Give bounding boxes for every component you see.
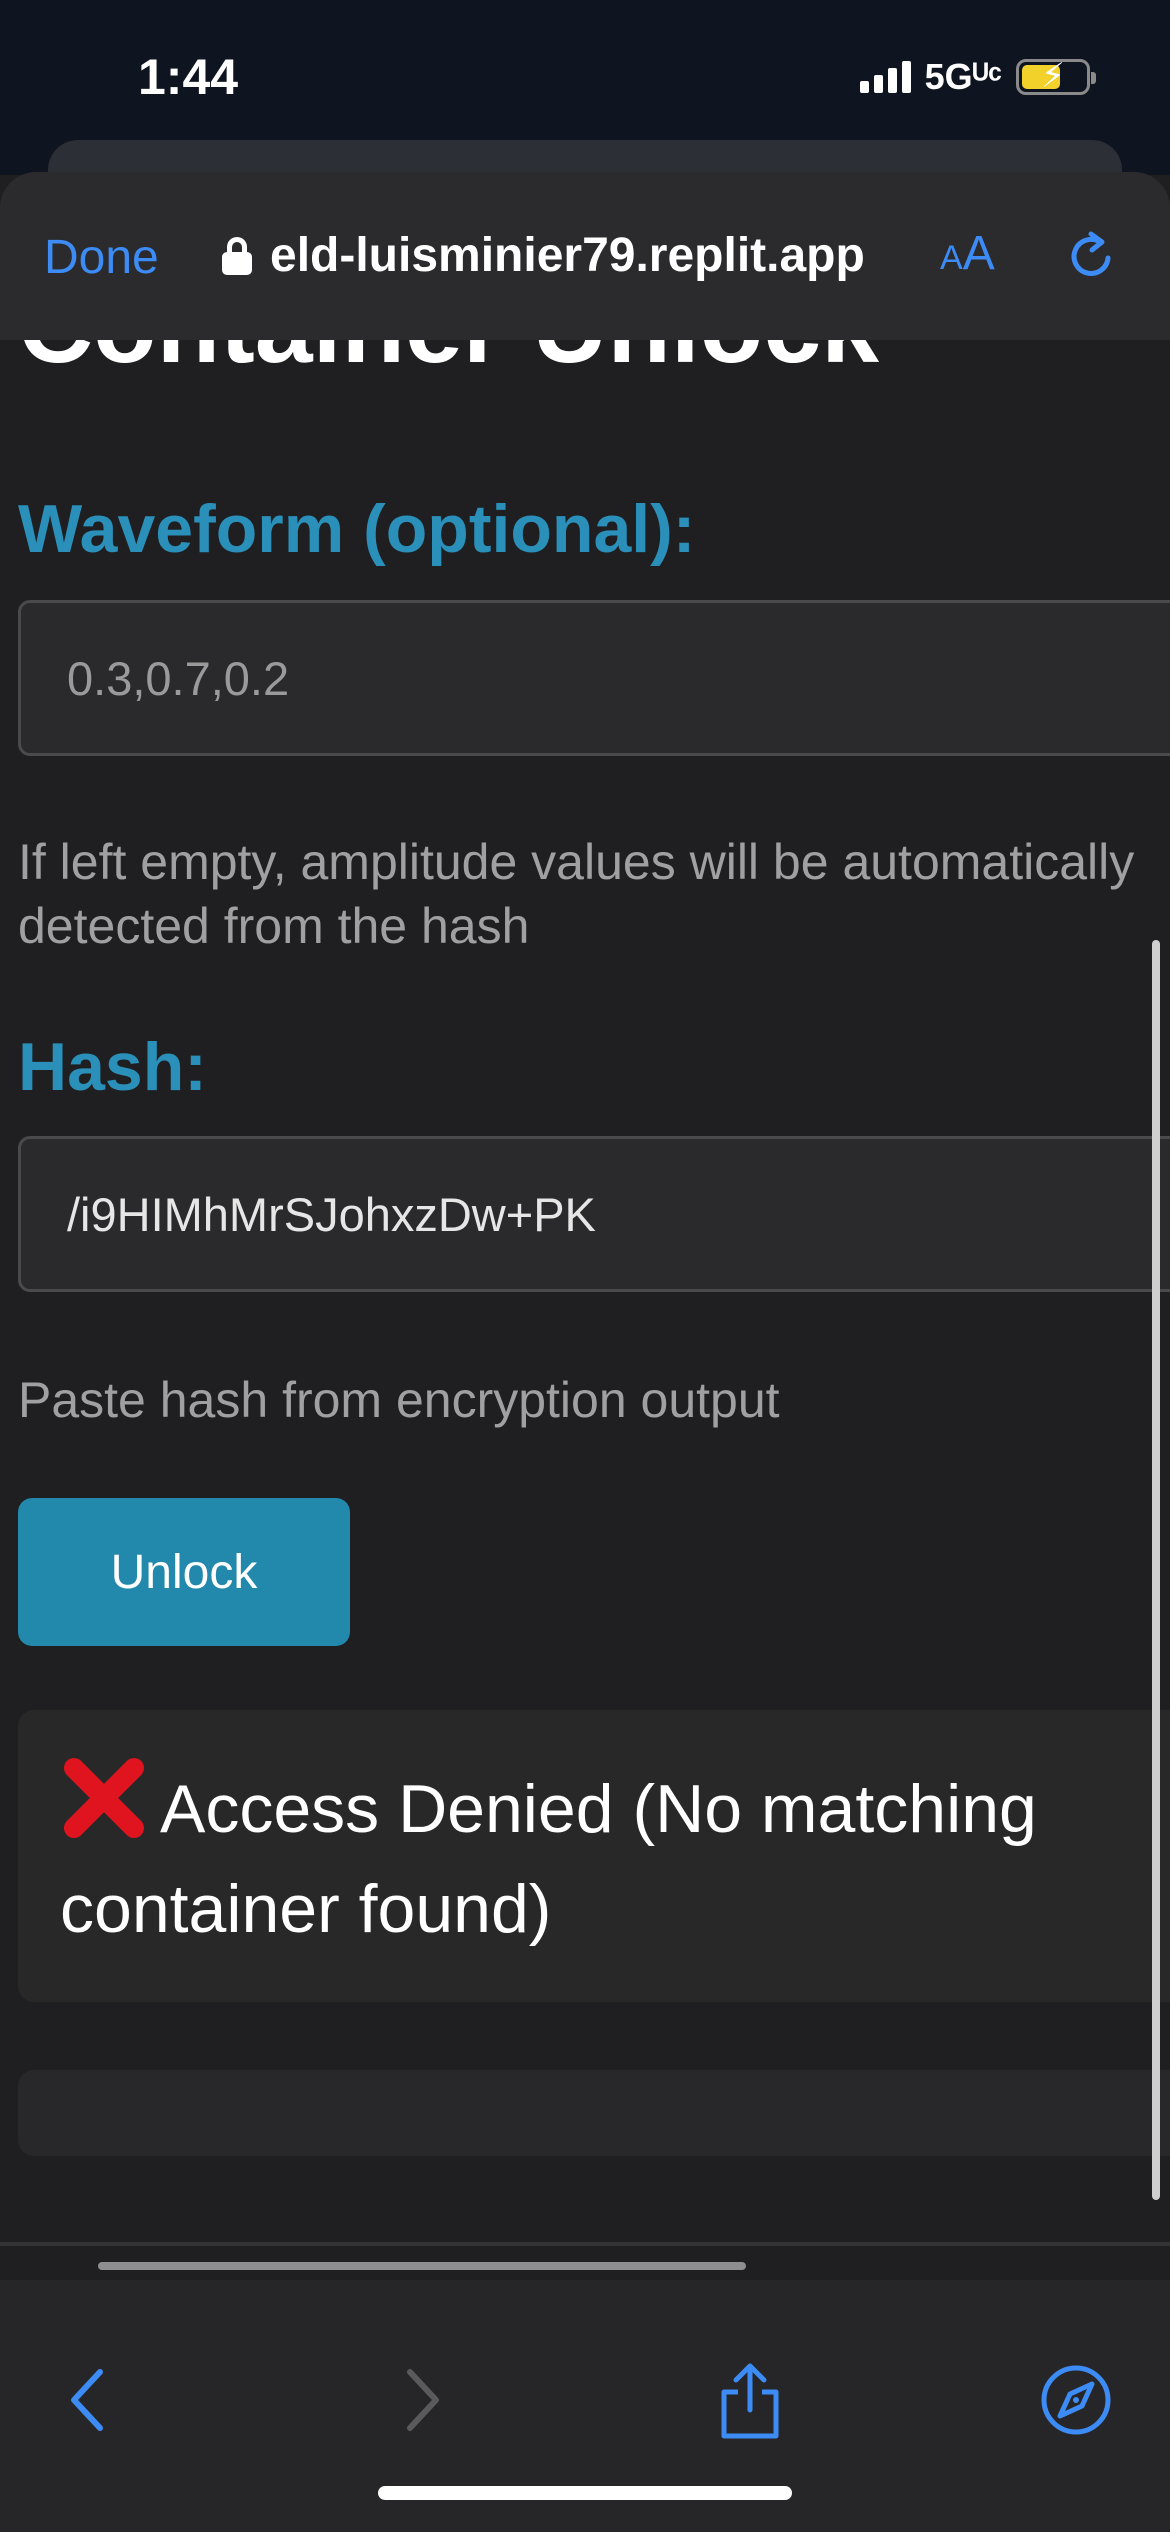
compass-icon — [1041, 2365, 1111, 2435]
hash-input[interactable] — [18, 1136, 1170, 1292]
page-content[interactable]: Container Unlock Waveform (optional): If… — [0, 340, 1170, 2240]
open-in-safari-button[interactable] — [1036, 2360, 1116, 2440]
back-button[interactable] — [48, 2360, 128, 2440]
url-text: eld-luisminier79.replit.app — [270, 229, 865, 282]
result-message: Access Denied (No matching container fou… — [60, 1754, 1140, 1959]
unlock-button[interactable]: Unlock — [18, 1498, 350, 1646]
address-bar[interactable]: eld-luisminier79.replit.app — [222, 228, 865, 283]
status-icons: 5Gᵁᶜ ⚡ — [859, 54, 1096, 100]
toolbar-divider — [0, 2242, 1170, 2246]
forward-button[interactable] — [382, 2360, 462, 2440]
hash-label: Hash: — [18, 1029, 207, 1105]
charging-bolt-icon: ⚡ — [1041, 57, 1065, 95]
home-indicator[interactable] — [378, 2486, 792, 2500]
chevron-left-icon — [71, 2369, 103, 2431]
signal-icon — [859, 61, 911, 93]
waveform-label: Waveform (optional): — [18, 491, 696, 567]
empty-output-card — [18, 2070, 1170, 2156]
horizontal-scroll-indicator — [98, 2262, 746, 2270]
screen: 1:44 5Gᵁᶜ ⚡ Container Unlock Waveform (o… — [0, 0, 1170, 2532]
result-card: Access Denied (No matching container fou… — [18, 1710, 1170, 2002]
page-scrollbar[interactable] — [1152, 940, 1160, 2200]
text-size-large-glyph: A — [962, 227, 995, 280]
lock-icon — [222, 236, 252, 275]
result-text: Access Denied (No matching container fou… — [60, 1771, 1037, 1947]
waveform-input[interactable] — [18, 600, 1170, 756]
cross-mark-icon — [64, 1758, 144, 1838]
share-icon — [721, 2363, 779, 2439]
network-type: 5Gᵁᶜ — [924, 56, 1002, 97]
page-title: Container Unlock — [18, 340, 879, 387]
text-size-small-glyph: A — [940, 239, 963, 277]
chevron-right-icon — [407, 2369, 439, 2431]
battery-icon: ⚡ — [1016, 57, 1096, 95]
done-button[interactable]: Done — [44, 230, 159, 285]
waveform-help-text: If left empty, amplitude values will be … — [18, 834, 1135, 954]
reload-icon[interactable] — [1064, 228, 1120, 284]
browser-header: Done eld-luisminier79.replit.app AA — [0, 172, 1170, 340]
status-time: 1:44 — [138, 49, 239, 105]
hash-help-text: Paste hash from encryption output — [18, 1372, 780, 1428]
text-size-button[interactable]: AA — [940, 226, 995, 281]
share-button[interactable] — [710, 2360, 790, 2440]
